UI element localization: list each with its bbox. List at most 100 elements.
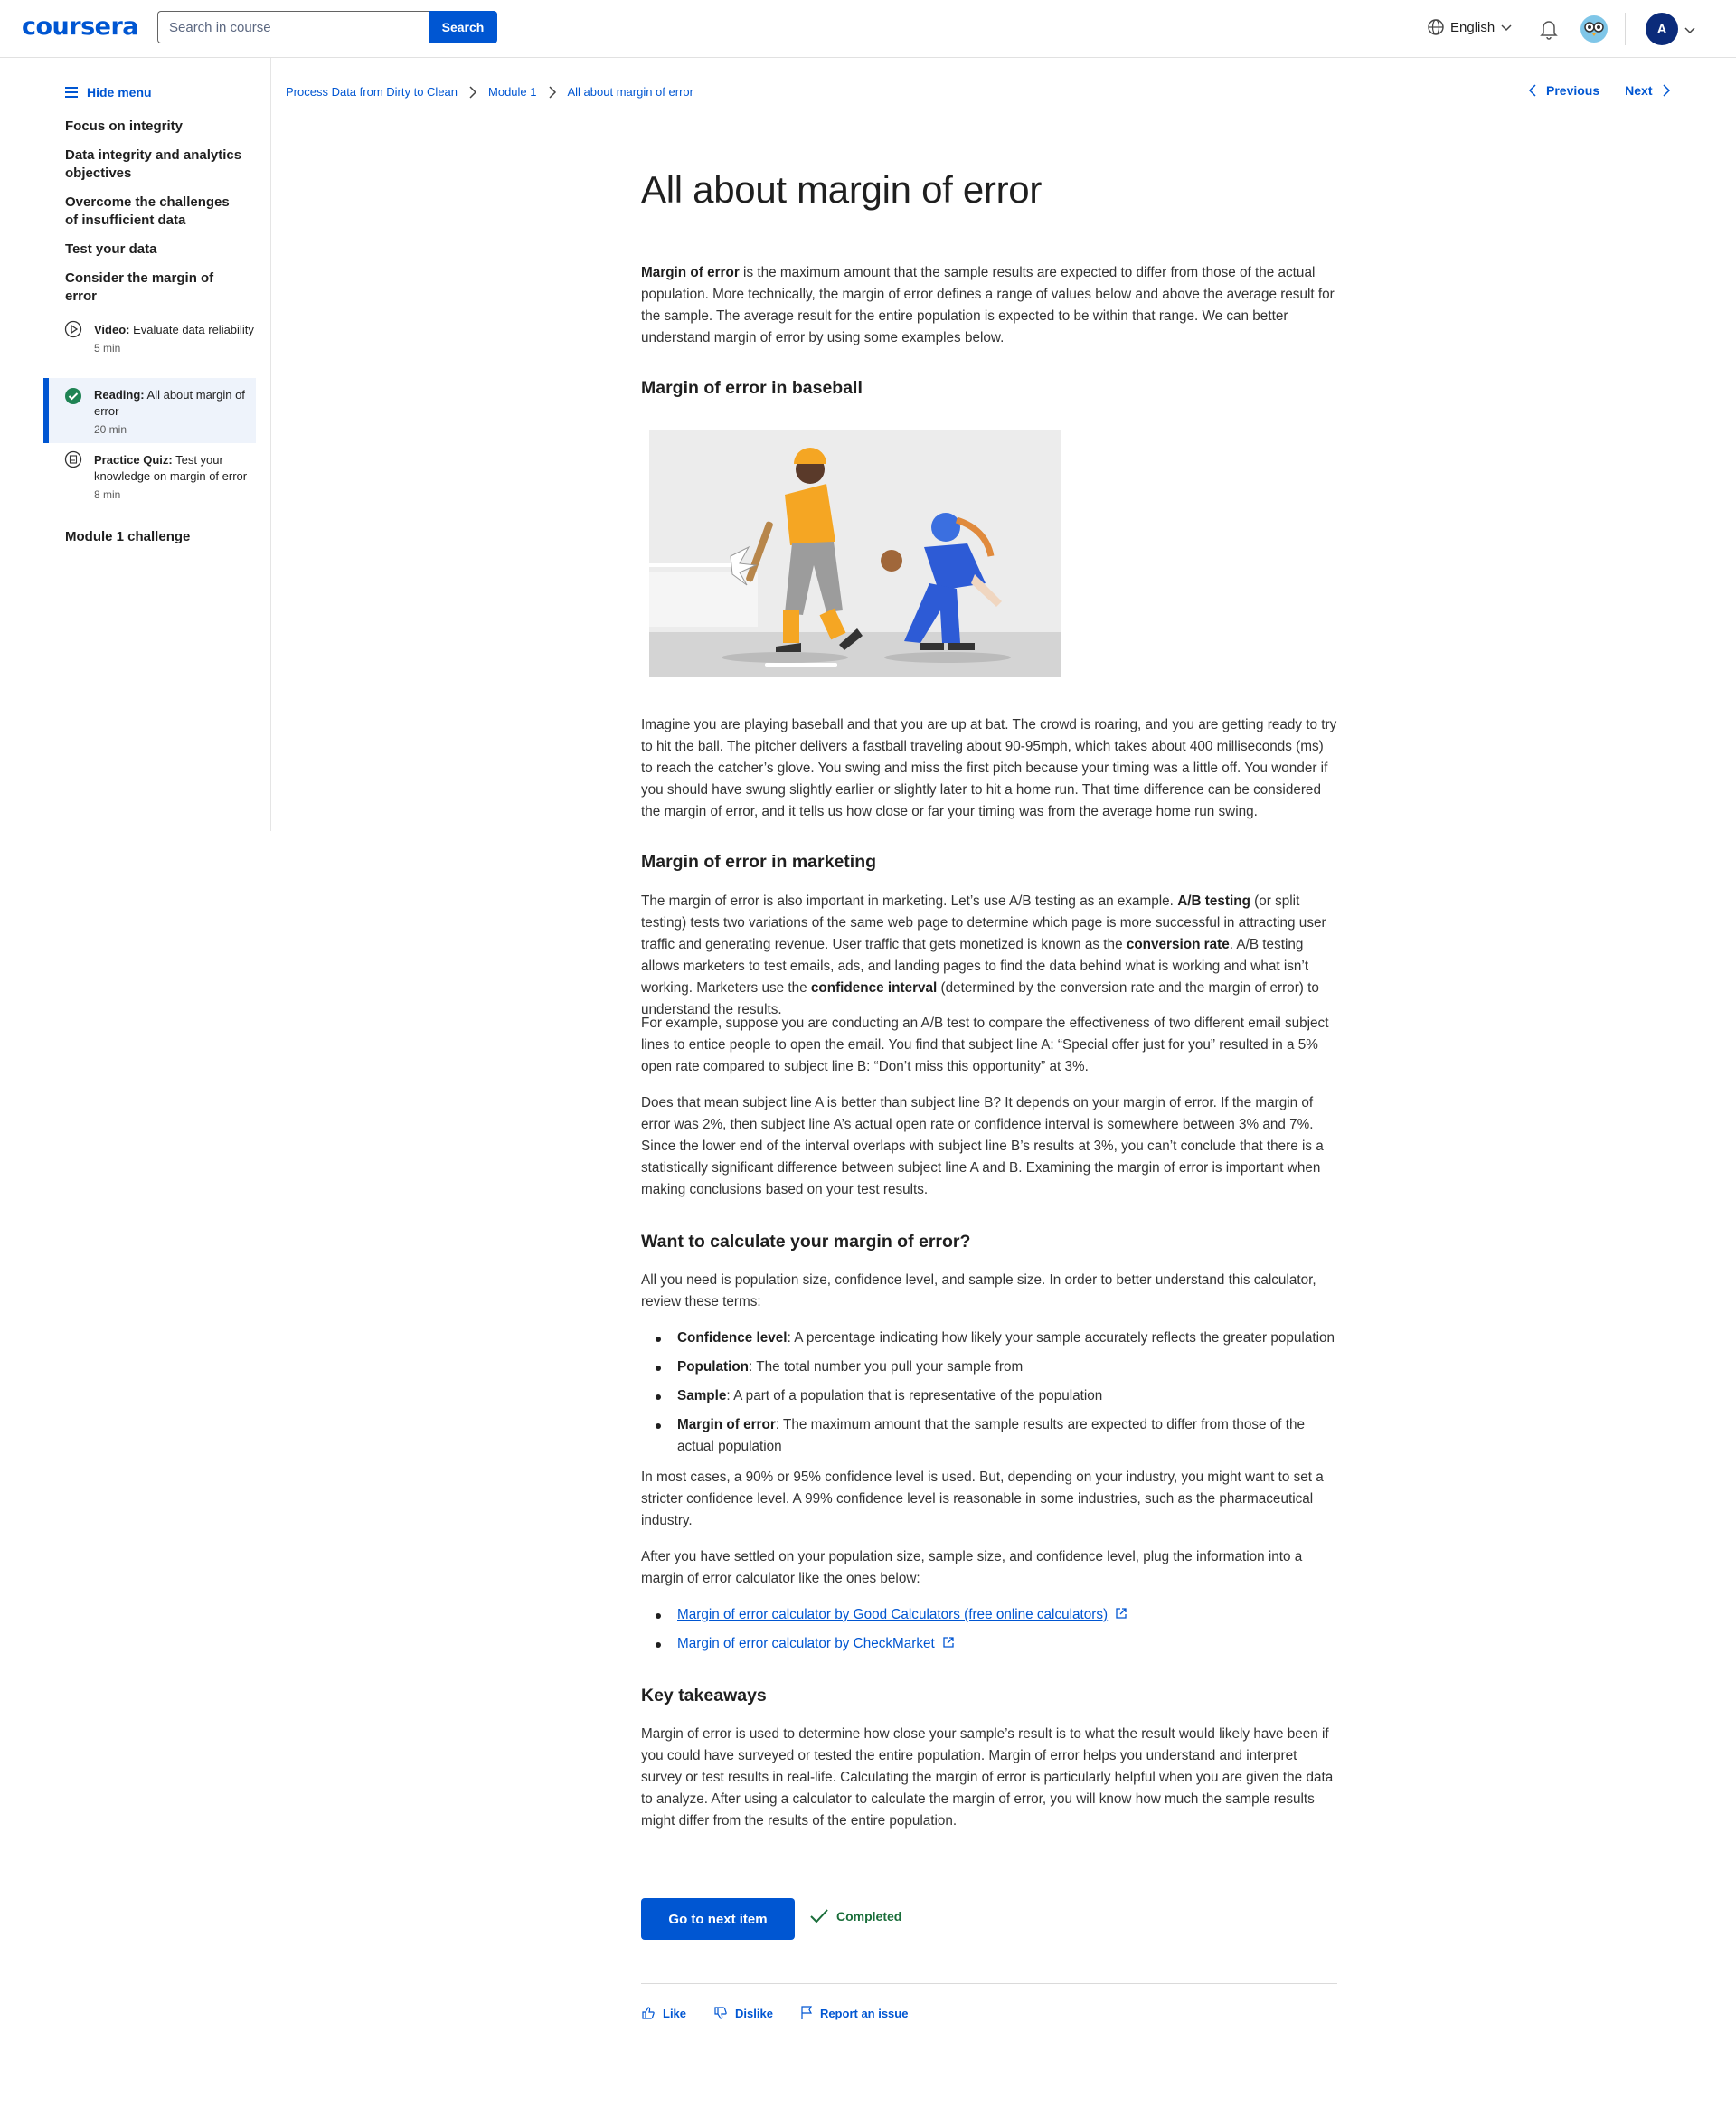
thumbs-down-icon [714, 2007, 727, 2019]
breadcrumb-course[interactable]: Process Data from Dirty to Clean [286, 85, 458, 99]
heading-baseball: Margin of error in baseball [641, 378, 863, 398]
like-label: Like [663, 2006, 687, 2020]
external-link-icon [943, 1637, 954, 1648]
checkmark-icon [810, 1909, 828, 1923]
flag-icon [801, 2006, 812, 2019]
coach-owl-icon[interactable] [1580, 14, 1609, 43]
intro-paragraph: Margin of error is the maximum amount th… [641, 262, 1337, 349]
check-circle-icon [65, 388, 81, 404]
divider [641, 1983, 1337, 1984]
marketing-paragraph-1: The margin of error is also important in… [641, 891, 1337, 1021]
sidebar-section-module-challenge[interactable]: Module 1 challenge [65, 528, 246, 546]
marketing-paragraph-3: Does that mean subject line A is better … [641, 1095, 1324, 1197]
calculate-intro: All you need is population size, confide… [641, 1272, 1316, 1309]
next-label: Next [1625, 83, 1653, 98]
thumbs-up-icon [642, 2007, 655, 2019]
language-selector[interactable]: English [1427, 18, 1513, 36]
sidebar-item-reading[interactable]: Reading: All about margin of error 20 mi… [43, 378, 256, 443]
item-title: Evaluate data reliability [133, 323, 254, 336]
sidebar-item-video[interactable]: Video: Evaluate data reliability 5 min [43, 317, 256, 378]
search-button[interactable]: Search [429, 11, 497, 43]
chevron-down-icon[interactable] [1684, 24, 1696, 36]
item-type: Video: [94, 323, 130, 336]
feedback-bar: Like Dislike Report an issue [641, 2006, 908, 2020]
previous-label: Previous [1546, 83, 1600, 98]
search-input[interactable] [157, 11, 429, 43]
reading-content: All about margin of error [641, 168, 1337, 221]
sidebar-section-margin-of-error[interactable]: Consider the margin of error [65, 269, 246, 306]
coursera-logo[interactable]: coursera [22, 13, 139, 41]
external-link-icon [1116, 1608, 1127, 1619]
term: Sample [677, 1388, 727, 1403]
sidebar-section-insufficient-data[interactable]: Overcome the challenges of insufficient … [65, 194, 246, 230]
mk1-a: The margin of error is also important in… [641, 893, 1178, 909]
completed-label: Completed [836, 1909, 902, 1923]
good-calculators-link[interactable]: Margin of error calculator by Good Calcu… [677, 1607, 1108, 1622]
avatar[interactable]: A [1646, 13, 1678, 45]
chevron-right-icon [469, 85, 477, 99]
breadcrumb-module[interactable]: Module 1 [488, 85, 536, 99]
chevron-down-icon [1501, 24, 1512, 32]
list-item: Margin of error: The maximum amount that… [641, 1414, 1337, 1458]
hide-menu-label: Hide menu [87, 85, 152, 99]
list-item: Population: The total number you pull yo… [641, 1356, 1337, 1378]
intro-bold: Margin of error [641, 265, 740, 280]
dislike-button[interactable]: Dislike [713, 2006, 773, 2020]
sidebar-section-focus-on-integrity[interactable]: Focus on integrity [65, 118, 246, 136]
item-duration: 8 min [94, 488, 121, 501]
course-sidebar: Hide menu Focus on integrity Data integr… [0, 58, 271, 831]
report-issue-label: Report an issue [819, 2006, 909, 2020]
item-duration: 20 min [94, 423, 127, 436]
baseball-paragraph: Imagine you are playing baseball and tha… [641, 717, 1337, 819]
next-button[interactable]: Next [1625, 83, 1670, 98]
report-issue-button[interactable]: Report an issue [800, 2006, 909, 2020]
term: Margin of error [677, 1417, 776, 1432]
intro-text: is the maximum amount that the sample re… [641, 265, 1335, 345]
sidebar-item-practice-quiz[interactable]: Practice Quiz: Test your knowledge on ma… [43, 447, 256, 525]
header-divider [1625, 13, 1626, 45]
sidebar-section-test-your-data[interactable]: Test your data [65, 241, 246, 259]
term-definition: : The total number you pull your sample … [749, 1359, 1024, 1375]
takeaways-paragraph: Margin of error is used to determine how… [641, 1726, 1334, 1829]
page-title: All about margin of error [641, 168, 1043, 211]
calculate-paragraph-3: After you have settled on your populatio… [641, 1549, 1303, 1586]
search-bar: Search [157, 11, 497, 43]
top-navbar: coursera Search English A [0, 0, 1736, 58]
language-label: English [1450, 19, 1495, 35]
item-type: Practice Quiz: [94, 453, 173, 467]
checkmarket-link[interactable]: Margin of error calculator by CheckMarke… [677, 1636, 935, 1651]
breadcrumb: Process Data from Dirty to Clean Module … [286, 85, 693, 99]
mk1-b: A/B testing [1177, 893, 1250, 909]
calculate-paragraph-2: In most cases, a 90% or 95% confidence l… [641, 1470, 1324, 1528]
list-item: Margin of error calculator by Good Calcu… [641, 1604, 1337, 1626]
sidebar-section-data-integrity[interactable]: Data integrity and analytics objectives [65, 146, 246, 183]
list-item: Sample: A part of a population that is r… [641, 1385, 1337, 1407]
previous-button[interactable]: Previous [1528, 83, 1599, 98]
item-type: Reading: [94, 388, 145, 402]
calculator-links: Margin of error calculator by Good Calcu… [641, 1604, 1337, 1662]
dislike-label: Dislike [735, 2006, 773, 2020]
mk1-d: conversion rate [1126, 937, 1230, 952]
list-item: Margin of error calculator by CheckMarke… [641, 1633, 1337, 1655]
quiz-icon [64, 450, 82, 468]
heading-calculate: Want to calculate your margin of error? [641, 1232, 971, 1252]
term: Population [677, 1359, 750, 1375]
baseball-illustration-svg [649, 430, 1061, 677]
chevron-right-icon [548, 85, 556, 99]
item-navigation: Previous Next [1528, 83, 1671, 98]
like-button[interactable]: Like [641, 2006, 686, 2020]
heading-takeaways: Key takeaways [641, 1686, 767, 1706]
bell-icon[interactable] [1539, 18, 1559, 40]
baseball-illustration [649, 430, 1061, 677]
globe-icon [1428, 19, 1444, 35]
heading-marketing: Margin of error in marketing [641, 852, 877, 872]
mk1-f: confidence interval [810, 980, 938, 996]
menu-icon [65, 87, 78, 98]
breadcrumb-current[interactable]: All about margin of error [568, 85, 693, 99]
hide-menu-button[interactable]: Hide menu [65, 85, 152, 99]
item-duration: 5 min [94, 342, 121, 354]
chevron-left-icon [1528, 84, 1536, 97]
term-definition: : A part of a population that is represe… [726, 1388, 1103, 1403]
go-to-next-item-button[interactable]: Go to next item [641, 1898, 795, 1940]
chevron-right-icon [1662, 84, 1670, 97]
